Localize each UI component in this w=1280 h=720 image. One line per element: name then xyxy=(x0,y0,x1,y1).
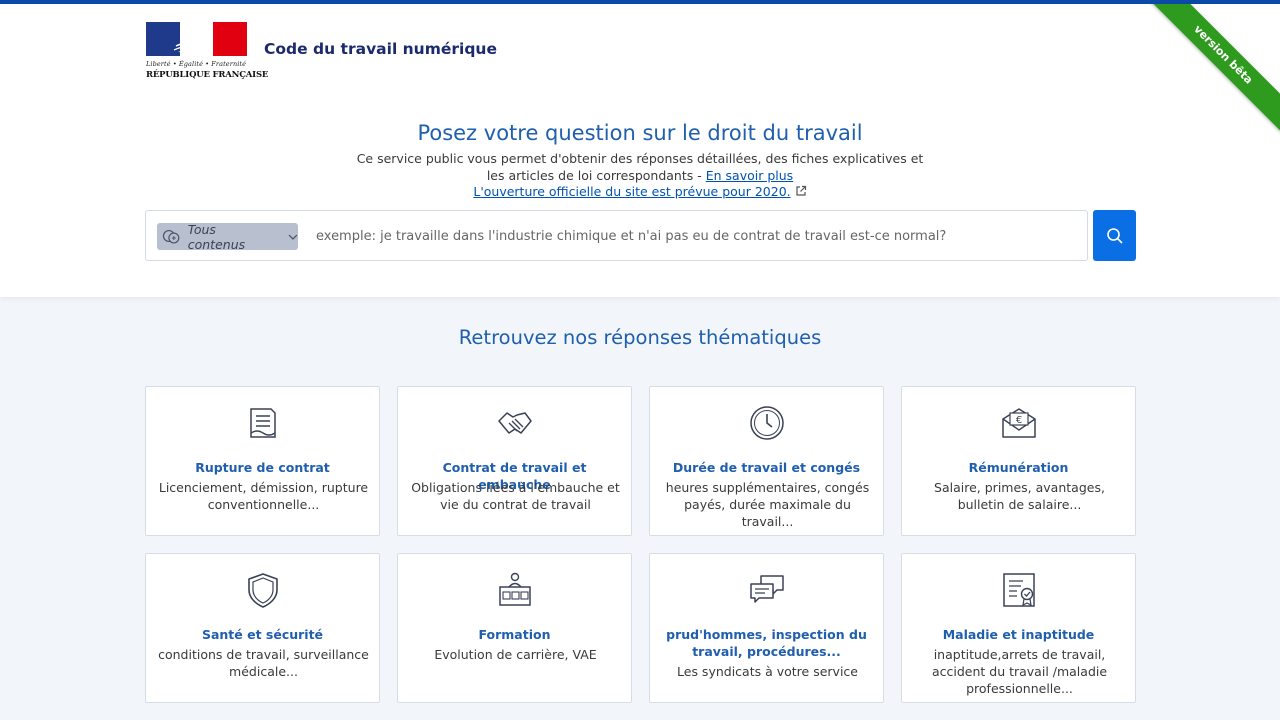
logo-republique-text: RÉPUBLIQUE FRANÇAISE xyxy=(146,70,269,80)
theme-card-title: Durée de travail et congés xyxy=(672,460,861,475)
certificate-icon xyxy=(1003,573,1035,607)
beta-ribbon: version bêta xyxy=(1146,4,1280,132)
search-input[interactable] xyxy=(316,221,1076,251)
theme-card-title: Santé et sécurité xyxy=(201,627,324,642)
theme-card-title: Maladie et inaptitude xyxy=(942,627,1095,642)
themes-section-title: Retrouvez nos réponses thématiques xyxy=(458,326,822,349)
theme-card-duree[interactable]: Durée de travail et congés heures supplé… xyxy=(649,386,884,536)
theme-card-desc: Salaire, primes, avantages, bulletin de … xyxy=(934,480,1105,512)
theme-card-desc: conditions de travail, surveillance médi… xyxy=(158,647,369,679)
theme-card-remuneration[interactable]: € Rémunération Salaire, primes, avantage… xyxy=(901,386,1136,536)
theme-card-title: Rupture de contrat xyxy=(195,460,330,475)
document-icon xyxy=(250,408,276,438)
theme-card-formation[interactable]: Formation Evolution de carrière, VAE xyxy=(397,553,632,703)
hero-desc-line1: Ce service public vous permet d'obtenir … xyxy=(356,151,924,166)
clock-icon xyxy=(750,406,784,440)
header: Liberté • Égalité • Fraternité RÉPUBLIQU… xyxy=(0,4,1280,297)
hero-description: Ce service public vous permet d'obtenir … xyxy=(340,150,940,184)
theme-card-maladie[interactable]: Maladie et inaptitude inaptitude,arrets … xyxy=(901,553,1136,703)
learn-more-link[interactable]: En savoir plus xyxy=(706,168,793,183)
search-icon xyxy=(1106,227,1123,244)
theme-card-desc: Obligations liées à l'embauche et vie du… xyxy=(411,480,620,512)
handshake-icon xyxy=(498,412,532,434)
theme-card-desc: Licenciement, démission, rupture convent… xyxy=(158,480,369,512)
hero-title: Posez votre question sur le droit du tra… xyxy=(417,121,863,145)
search-box: Tous contenus xyxy=(145,210,1088,261)
theme-card-desc: heures supplémentaires, congés payés, du… xyxy=(665,480,870,529)
theme-card-title: Formation xyxy=(478,627,551,642)
launch-link[interactable]: L'ouverture officielle du site est prévu… xyxy=(473,184,790,199)
republique-francaise-logo[interactable]: Liberté • Égalité • Fraternité RÉPUBLIQU… xyxy=(146,22,268,80)
search-button[interactable] xyxy=(1093,210,1136,261)
chat-bubbles-icon xyxy=(750,575,784,603)
marianne-icon xyxy=(173,28,202,53)
chevron-down-icon xyxy=(288,234,298,240)
euro-envelope-icon: € xyxy=(1002,408,1036,438)
theme-card-desc: Les syndicats à votre service xyxy=(677,664,858,679)
content-filter-label: Tous contenus xyxy=(187,221,246,252)
theme-card-contrat[interactable]: Contrat de travail et embauche Obligatio… xyxy=(397,386,632,536)
site-title[interactable]: Code du travail numérique xyxy=(264,40,497,58)
theme-card-desc: Evolution de carrière, VAE xyxy=(434,647,597,662)
theme-card-title: Rémunération xyxy=(968,460,1069,475)
hero-desc-line2: les articles de loi correspondants - xyxy=(486,168,706,183)
external-link-icon xyxy=(796,185,806,196)
svg-text:€: € xyxy=(1016,415,1022,426)
logo-devise: Liberté • Égalité • Fraternité xyxy=(146,60,247,68)
theme-card-sante[interactable]: Santé et sécurité conditions de travail,… xyxy=(145,553,380,703)
theme-card-desc: inaptitude,arrets de travail, accident d… xyxy=(931,647,1108,696)
shield-icon xyxy=(248,573,278,608)
theme-card-title: prud'hommes, inspection du travail, proc… xyxy=(666,627,867,659)
launch-info: L'ouverture officielle du site est prévu… xyxy=(0,184,1280,199)
training-icon xyxy=(499,572,531,606)
content-filter-select[interactable]: Tous contenus xyxy=(157,221,298,252)
chat-icon xyxy=(162,229,180,244)
theme-card-rupture[interactable]: Rupture de contrat Licenciement, démissi… xyxy=(145,386,380,536)
theme-card-prudhommes[interactable]: prud'hommes, inspection du travail, proc… xyxy=(649,553,884,703)
